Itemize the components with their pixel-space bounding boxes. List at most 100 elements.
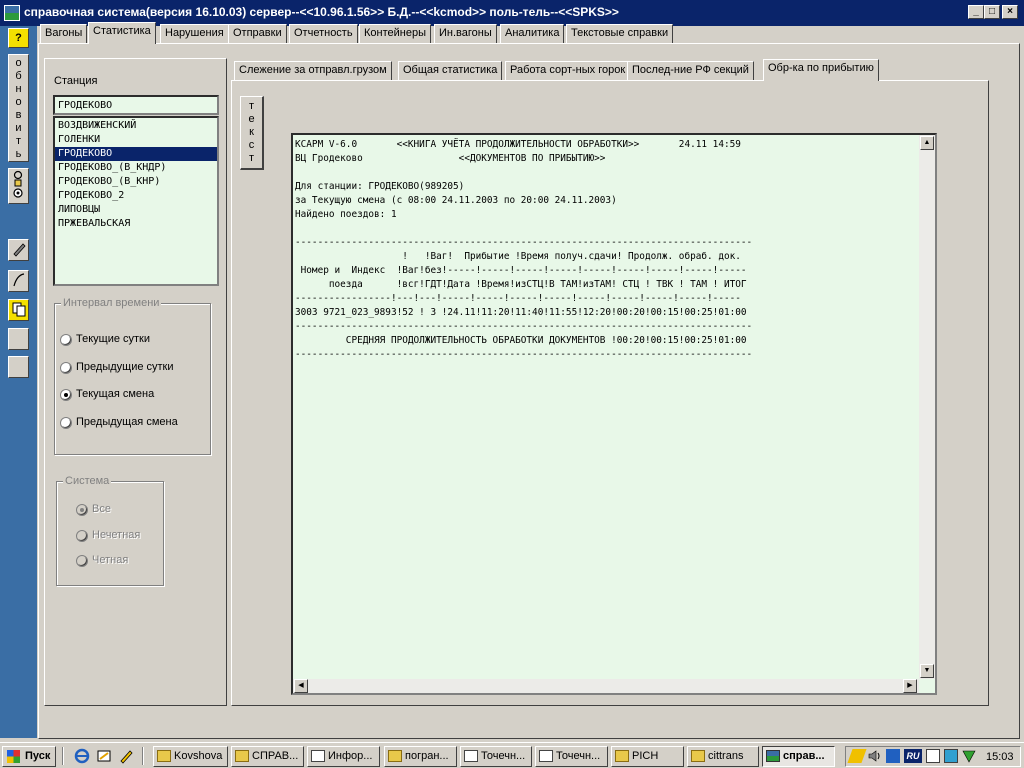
- taskbar-button-active-app[interactable]: справ...: [762, 746, 835, 767]
- station-list-item[interactable]: ГРОДЕКОВО: [55, 147, 217, 161]
- language-ru-icon[interactable]: RU: [904, 749, 922, 763]
- taskbar-button-border[interactable]: погран...: [384, 746, 457, 767]
- help-button[interactable]: ?: [8, 28, 29, 48]
- pen-icon: [12, 243, 26, 257]
- text-button-letter: к: [249, 126, 254, 138]
- draw-button[interactable]: [8, 270, 29, 292]
- pencil-icon[interactable]: [118, 748, 134, 764]
- text-button[interactable]: текст: [240, 96, 264, 170]
- network-icon[interactable]: [886, 749, 900, 763]
- tab-wagons[interactable]: Вагоны: [40, 24, 88, 43]
- antivirus-icon[interactable]: [962, 749, 976, 763]
- taskbar-button-cittrans[interactable]: cittrans: [687, 746, 759, 767]
- station-list-item[interactable]: ВОЗДВИЖЕНСКИЙ: [55, 119, 217, 133]
- system-option-label[interactable]: Все: [92, 503, 111, 515]
- system-radio[interactable]: [76, 530, 88, 542]
- tab-analytics[interactable]: Аналитика: [500, 24, 565, 43]
- system-radio[interactable]: [76, 504, 88, 516]
- report-line: 3003 9721_023_9893!52 ! 3 !24.11!11:20!1…: [295, 307, 747, 318]
- refresh-letter: н: [15, 83, 22, 95]
- station-list-item[interactable]: ГРОДЕКОВО_(В_КНР): [55, 175, 217, 189]
- tab-rf-sections[interactable]: Послед-ние РФ секций: [627, 61, 754, 80]
- copy-button[interactable]: [8, 299, 29, 321]
- operator-icon: [13, 170, 23, 198]
- tab-statistics[interactable]: Статистика: [88, 22, 156, 44]
- system-radio[interactable]: [76, 555, 88, 567]
- ie-icon[interactable]: [74, 748, 90, 764]
- refresh-letter: о: [15, 96, 22, 108]
- monitor-icon[interactable]: [926, 749, 940, 763]
- report-line: ! !Ваг! Прибытие !Время получ.сдачи! Про…: [295, 251, 741, 262]
- window-title: справочная система(версия 16.10.03) серв…: [24, 5, 619, 19]
- scroll-right-icon[interactable]: ▶: [903, 679, 917, 693]
- refresh-button[interactable]: обновить: [8, 54, 29, 162]
- blank-button-2[interactable]: [8, 356, 29, 378]
- tab-cargo-tracking[interactable]: Слежение за отправл.грузом: [234, 61, 392, 80]
- taskbar-button-paint-1[interactable]: Точечн...: [460, 746, 532, 767]
- tab-text-reports[interactable]: Текстовые справки: [566, 24, 674, 43]
- desktop-icon[interactable]: [96, 748, 112, 764]
- system-group-title: Система: [63, 475, 112, 487]
- tab-violations[interactable]: Нарушения: [160, 24, 229, 43]
- system-tray: RU 15:03: [845, 746, 1021, 767]
- interval-option-label[interactable]: Текущая смена: [76, 388, 154, 400]
- copy-icon: [12, 302, 25, 317]
- vertical-scrollbar[interactable]: ▲ ▼: [919, 135, 935, 679]
- interval-radio[interactable]: [60, 334, 72, 346]
- report-textarea[interactable]: КСАРМ V-6.0 <<КНИГА УЧЁТА ПРОДОЛЖИТЕЛЬНО…: [291, 133, 937, 695]
- close-button[interactable]: ×: [1002, 5, 1018, 19]
- station-list-item[interactable]: ГРОДЕКОВО_(В_КНДР): [55, 161, 217, 175]
- minimize-button[interactable]: _: [968, 5, 984, 19]
- interval-option-label[interactable]: Предыдущая смена: [76, 416, 178, 428]
- word-document-icon: [311, 750, 325, 762]
- tab-foreign-wagons[interactable]: Ин.вагоны: [434, 24, 497, 43]
- refresh-letter: б: [15, 70, 22, 82]
- interval-option-label[interactable]: Текущие сутки: [76, 333, 150, 345]
- station-list-item[interactable]: ГОЛЕНКИ: [55, 133, 217, 147]
- station-list-item[interactable]: ЛИПОВЦЫ: [55, 203, 217, 217]
- taskbar-button-paint-2[interactable]: Точечн...: [535, 746, 608, 767]
- refresh-letter: о: [15, 57, 22, 69]
- system-option-label[interactable]: Четная: [92, 554, 128, 566]
- tray-app-icon[interactable]: [944, 749, 958, 763]
- curve-icon: [12, 273, 24, 287]
- folder-icon: [157, 750, 171, 762]
- tab-hump-work[interactable]: Работа сорт-ных горок: [505, 61, 631, 80]
- station-listbox[interactable]: ВОЗДВИЖЕНСКИЙ ГОЛЕНКИ ГРОДЕКОВО ГРОДЕКОВО_(…: [53, 116, 219, 286]
- operator-button[interactable]: [8, 168, 29, 204]
- tab-shipments[interactable]: Отправки: [228, 24, 287, 43]
- station-list-item[interactable]: ГРОДЕКОВО_2: [55, 189, 217, 203]
- report-line: СРЕДНЯЯ ПРОДОЛЖИТЕЛЬНОСТЬ ОБРАБОТКИ ДОКУ…: [295, 335, 747, 346]
- volume-icon[interactable]: [868, 749, 882, 763]
- blank-button-1[interactable]: [8, 328, 29, 350]
- interval-radio[interactable]: [60, 417, 72, 429]
- interval-option-label[interactable]: Предыдущие сутки: [76, 361, 174, 373]
- taskbar-button-info[interactable]: Инфор...: [307, 746, 380, 767]
- folder-icon: [691, 750, 705, 762]
- maximize-button[interactable]: □: [984, 5, 1000, 19]
- scroll-down-icon[interactable]: ▼: [920, 664, 934, 678]
- pen-button[interactable]: [8, 239, 29, 261]
- taskbar-button-sprav[interactable]: СПРАВ...: [231, 746, 304, 767]
- interval-radio[interactable]: [60, 389, 72, 401]
- folder-icon: [388, 750, 402, 762]
- horizontal-scrollbar[interactable]: ◀ ▶: [293, 679, 919, 693]
- start-label: Пуск: [25, 750, 51, 762]
- taskbar-button-kovshova[interactable]: Kovshova: [153, 746, 228, 767]
- station-input[interactable]: ГРОДЕКОВО: [53, 95, 219, 115]
- scroll-left-icon[interactable]: ◀: [294, 679, 308, 693]
- tab-general-stats[interactable]: Общая статистика: [398, 61, 503, 80]
- interval-radio[interactable]: [60, 362, 72, 374]
- scroll-up-icon[interactable]: ▲: [920, 136, 934, 150]
- tab-arrival-processing[interactable]: Обр-ка по прибытию: [763, 59, 879, 81]
- station-list-item[interactable]: ПРЖЕВАЛЬСКАЯ: [55, 217, 217, 231]
- system-option-label[interactable]: Нечетная: [92, 529, 140, 541]
- tab-containers[interactable]: Контейнеры: [359, 24, 431, 43]
- report-line: поезда !всг!ГДТ!Дата !Время!изСТЦ!В ТАМ!…: [295, 279, 747, 290]
- tray-pencil-icon[interactable]: [847, 749, 867, 763]
- start-button[interactable]: Пуск: [2, 746, 56, 767]
- tab-reporting[interactable]: Отчетность: [289, 24, 358, 43]
- report-line: КСАРМ V-6.0 <<КНИГА УЧЁТА ПРОДОЛЖИТЕЛЬНО…: [295, 139, 741, 150]
- taskbar-button-pich[interactable]: PICH: [611, 746, 684, 767]
- report-line: -----------------!---!---!-----!-----!--…: [295, 293, 741, 304]
